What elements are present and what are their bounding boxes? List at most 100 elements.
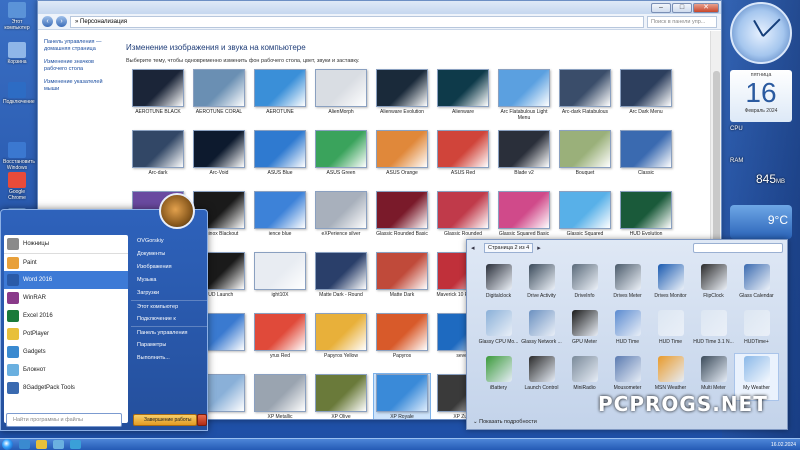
theme-item[interactable]: ASUS Blue (252, 130, 308, 186)
gadget-item[interactable]: HUD Time 3.1 N... (692, 308, 735, 354)
start-search-input[interactable]: Найти программы и файлы (6, 413, 122, 427)
theme-item[interactable]: yrus Red (252, 313, 308, 369)
gadget-item[interactable]: Launch Control (520, 354, 563, 400)
theme-item[interactable]: AEROTUNE BLACK (130, 69, 186, 125)
desktop-icon[interactable]: Google Chrome (3, 172, 31, 201)
theme-item[interactable]: AlienMorph (313, 69, 369, 125)
gadget-item[interactable]: HUDTime+ (735, 308, 778, 354)
minimize-button[interactable]: ‒ (651, 2, 671, 13)
theme-item[interactable]: XP Olive (313, 374, 369, 419)
meter-gadget[interactable]: CPU RAM 845MB (730, 126, 792, 202)
shutdown-button[interactable]: Завершение работы (133, 414, 197, 426)
start-program-item[interactable]: Блокнот (4, 361, 128, 379)
taskbar-app-icon[interactable] (53, 440, 64, 449)
breadcrumb[interactable]: » Персонализация (70, 15, 644, 28)
start-program-item[interactable]: Excel 2016 (4, 307, 128, 325)
gadget-item[interactable]: Glassy CPU Mo... (477, 308, 520, 354)
start-program-item[interactable]: 8GadgetPack Tools (4, 379, 128, 397)
desktop-icon[interactable]: Этот компьютер (3, 2, 31, 31)
avatar[interactable] (159, 193, 195, 229)
theme-item[interactable]: ASUS Green (313, 130, 369, 186)
nav-link[interactable]: Изменение указателей мыши (44, 79, 110, 92)
start-program-item[interactable]: Ножницы (4, 235, 128, 253)
back-icon[interactable]: ‹ (42, 16, 53, 27)
nav-link[interactable]: Изменение значков рабочего стола (44, 59, 110, 72)
theme-item[interactable]: eXPerience silver (313, 191, 369, 247)
calendar-gadget[interactable]: пятница 16 Февраль 2024 (730, 70, 792, 122)
shutdown-options-button[interactable] (197, 414, 207, 426)
start-right-link[interactable]: Загрузки (131, 287, 207, 300)
start-program-item[interactable]: PotPlayer (4, 325, 128, 343)
desktop-icon[interactable]: Подключение (3, 82, 35, 105)
show-details-link[interactable]: ⌄ Показать подробности (473, 419, 537, 425)
taskbar-app-icon[interactable] (70, 440, 81, 449)
theme-item[interactable]: Arc-dark Flatabulous (557, 69, 613, 125)
gadgets-search-input[interactable] (693, 243, 783, 253)
theme-item[interactable]: Bouquet (557, 130, 613, 186)
theme-item[interactable]: XP Royale (373, 373, 431, 419)
start-right-link[interactable]: Подключение к (131, 313, 207, 326)
theme-item[interactable]: Arc Dark Menu (618, 69, 674, 125)
taskbar-clock[interactable]: 16.02.2024 (771, 442, 796, 448)
theme-item[interactable]: Papyros Yellow (313, 313, 369, 369)
theme-item[interactable]: Alienware Evolution (374, 69, 430, 125)
start-program-item[interactable]: Word 2016 (4, 271, 128, 289)
start-right-link[interactable]: Этот компьютер (131, 300, 207, 313)
theme-item[interactable]: Classic (618, 130, 674, 186)
theme-item[interactable]: Blade v2 (496, 130, 552, 186)
theme-item[interactable]: Alienware (435, 69, 491, 125)
start-right-link[interactable]: Музыка (131, 274, 207, 287)
gadget-item[interactable]: HUD Time (649, 308, 692, 354)
maximize-button[interactable]: □ (672, 2, 692, 13)
gadget-item[interactable]: iBattery (477, 354, 520, 400)
theme-item[interactable]: Arc Flatabulous Light Menu (496, 69, 552, 125)
gadget-item[interactable]: Drives Meter (606, 262, 649, 308)
gadget-item[interactable]: HUD Time (606, 308, 649, 354)
start-orb-icon[interactable] (2, 439, 13, 450)
all-programs-link[interactable]: ▸ Все программы (4, 400, 55, 410)
forward-icon[interactable]: › (56, 16, 67, 27)
start-right-link[interactable]: Параметры (131, 339, 207, 352)
close-button[interactable]: ✕ (693, 2, 719, 13)
start-program-item[interactable]: Gadgets (4, 343, 128, 361)
scrollbar-thumb[interactable] (713, 71, 720, 251)
theme-item[interactable]: Arc-Void (191, 130, 247, 186)
gadget-item[interactable]: Digitalclock (477, 262, 520, 308)
gadget-item[interactable]: Glassy Network ... (520, 308, 563, 354)
start-right-link[interactable]: Изображения (131, 261, 207, 274)
taskbar-app-icon[interactable] (36, 440, 47, 449)
clock-gadget[interactable] (730, 2, 792, 64)
theme-item[interactable]: ASUS Red (435, 130, 491, 186)
search-input[interactable]: Поиск в панели упр... (647, 15, 717, 28)
start-right-link[interactable]: Выполнить... (131, 352, 207, 365)
theme-item[interactable]: Arc-dark (130, 130, 186, 186)
gadget-item[interactable]: Drives Monitor (649, 262, 692, 308)
gadget-item[interactable]: GPU Meter (563, 308, 606, 354)
theme-item[interactable]: Matte Dark - Round (313, 252, 369, 308)
gadget-item[interactable]: FlipClock (692, 262, 735, 308)
start-program-item[interactable]: WinRAR (4, 289, 128, 307)
start-right-link[interactable]: Документы (131, 248, 207, 261)
desktop-icon[interactable]: Восстановить Windows (3, 142, 35, 171)
prev-page-icon[interactable]: ◂ (471, 244, 480, 253)
start-program-item[interactable]: Paint (4, 253, 128, 271)
theme-item[interactable]: AEROTUNE (252, 69, 308, 125)
desktop-icon[interactable]: Корзина (3, 42, 31, 65)
gadget-item[interactable]: Glass Calendar (735, 262, 778, 308)
gadget-item[interactable]: Drive Activity (520, 262, 563, 308)
weather-gadget[interactable]: 9°C (730, 205, 792, 239)
theme-item[interactable]: ASUS Orange (374, 130, 430, 186)
theme-item[interactable]: Papyros (374, 313, 430, 369)
gadget-item[interactable]: DriveInfo (563, 262, 606, 308)
theme-item[interactable]: AEROTUNE CORAL (191, 69, 247, 125)
start-right-link[interactable]: OVGorskiy (131, 235, 207, 248)
next-page-icon[interactable]: ▸ (537, 244, 546, 253)
taskbar-app-icon[interactable] (19, 440, 30, 449)
theme-item[interactable]: XP Metallic (252, 374, 308, 419)
nav-link[interactable]: Панель управления — домашняя страница (44, 39, 110, 52)
theme-item[interactable]: ight10X (252, 252, 308, 308)
theme-item[interactable]: ience blue (252, 191, 308, 247)
start-right-link[interactable]: Панель управления (131, 326, 207, 339)
theme-item[interactable]: Glassic Rounded Basic (374, 191, 430, 247)
theme-item[interactable]: Matte Dark (374, 252, 430, 308)
